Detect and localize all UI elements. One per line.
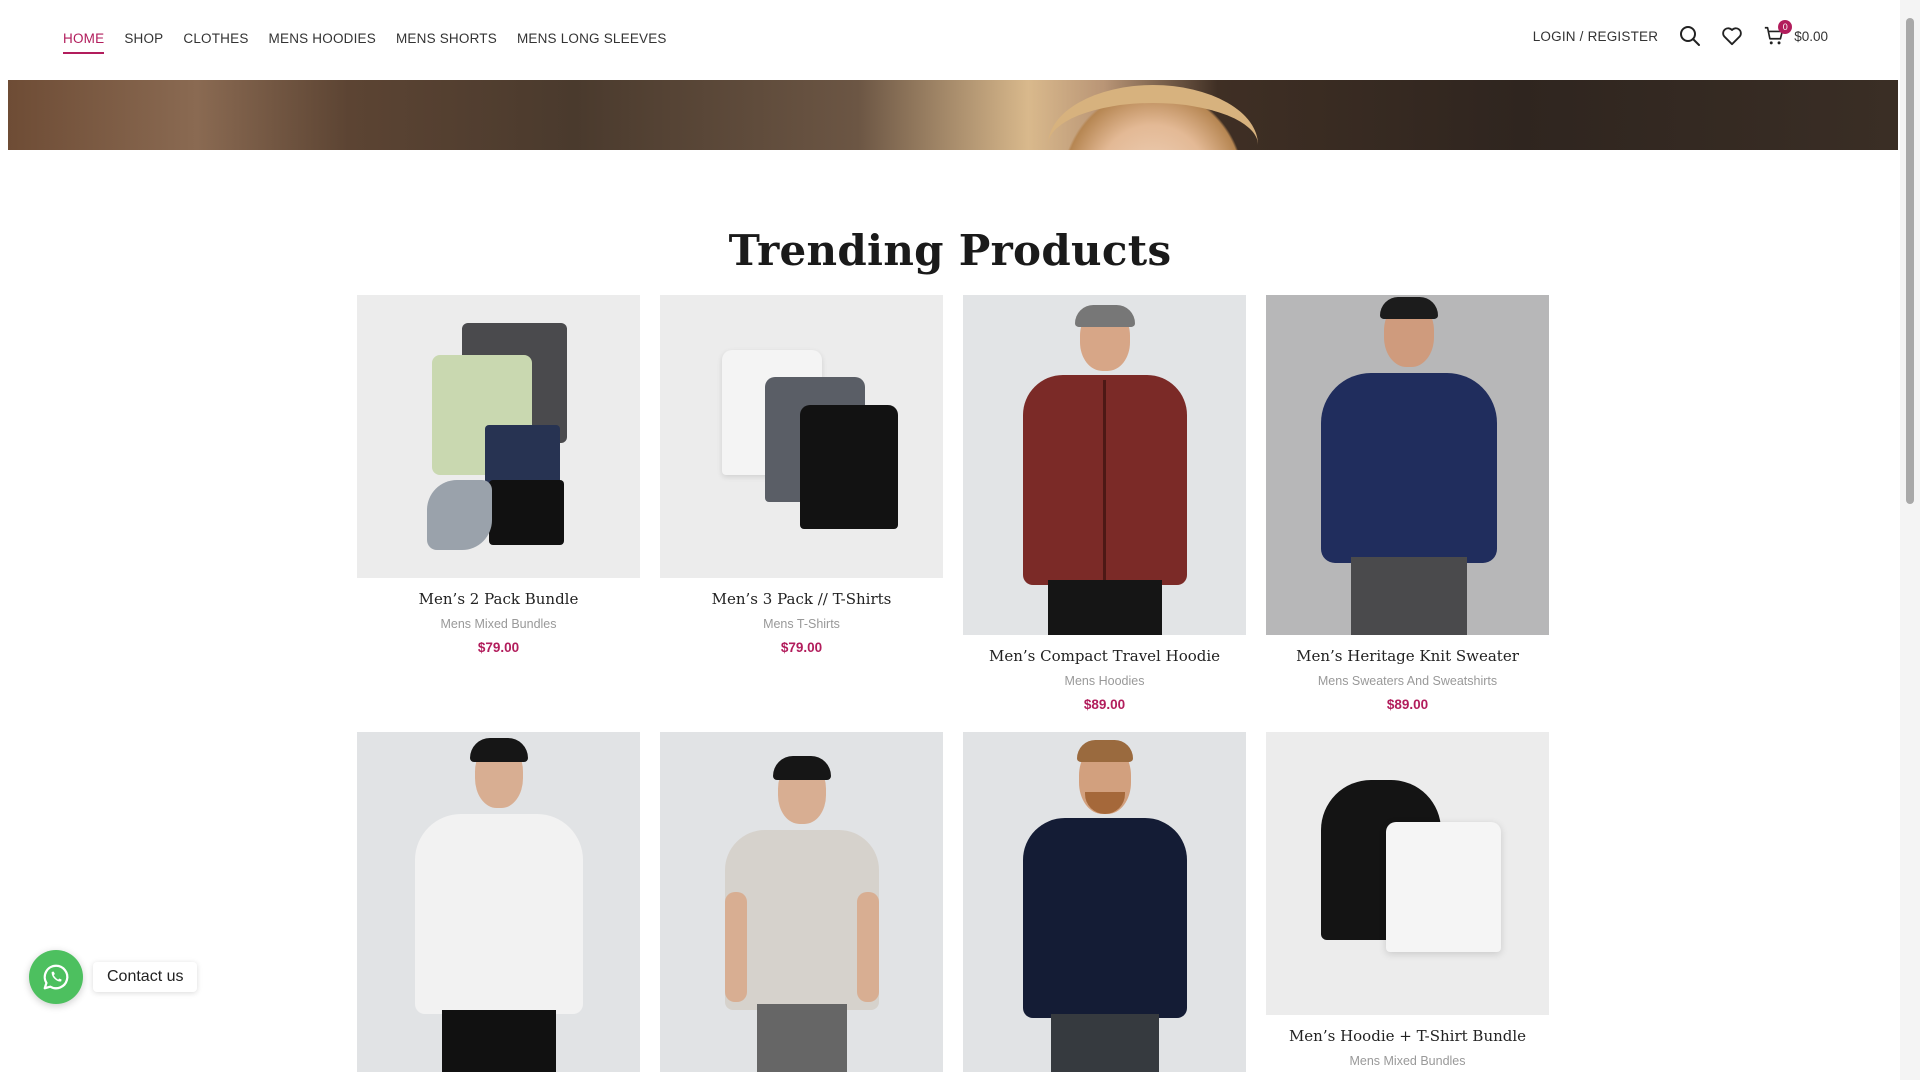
product-category[interactable]: Mens Hoodies [963,674,1246,688]
product-image[interactable] [357,295,640,578]
product-name[interactable]: Men’s Hoodie + T-Shirt Bundle [1266,1027,1549,1045]
product-image[interactable] [660,295,943,578]
product-card[interactable]: Men’s Heritage Knit Sweater Mens Sweater… [1266,295,1549,712]
hero-banner-image [8,80,1898,150]
product-category[interactable]: Mens Mixed Bundles [357,617,640,631]
nav-mens-hoodies[interactable]: MENS HOODIES [269,31,376,54]
product-price: $89.00 [1386,697,1429,712]
nav-home[interactable]: HOME [63,31,105,54]
cart-count-badge: 0 [1778,20,1793,34]
product-card[interactable]: Men’s 2 Pack Bundle Mens Mixed Bundles $… [357,295,640,655]
site-header: HOME SHOP CLOTHES MENS HOODIES MENS SHOR… [0,0,1900,80]
product-name[interactable]: Men’s Compact Travel Hoodie [963,647,1246,665]
nav-shop[interactable]: SHOP [124,31,163,54]
product-price: $79.00 [477,640,520,655]
cart-total: $0.00 [1794,28,1828,44]
product-name[interactable]: Men’s Heritage Knit Sweater [1266,647,1549,665]
product-name[interactable]: Men’s 2 Pack Bundle [357,590,640,608]
product-price: $79.00 [780,640,823,655]
product-image[interactable] [963,732,1246,1072]
product-card[interactable]: Men’s Compact Travel Hoodie Mens Hoodies… [963,295,1246,712]
page-scrollbar[interactable] [1900,0,1920,1080]
login-register-link[interactable]: LOGIN / REGISTER [1533,29,1658,44]
product-image[interactable] [660,732,943,1072]
nav-mens-long-sleeves[interactable]: MENS LONG SLEEVES [517,31,667,54]
product-card[interactable] [357,732,640,1072]
contact-us-label[interactable]: Contact us [93,962,198,992]
cart-button[interactable]: 0 $0.00 [1762,20,1828,48]
product-card[interactable] [963,732,1246,1072]
main-nav: HOME SHOP CLOTHES MENS HOODIES MENS SHOR… [63,31,667,54]
whatsapp-icon[interactable] [29,950,83,1004]
product-card[interactable]: Men’s 3 Pack // T-Shirts Mens T-Shirts $… [660,295,943,655]
product-name[interactable]: Men’s 3 Pack // T-Shirts [660,590,943,608]
product-image[interactable] [357,732,640,1072]
scrollbar-thumb[interactable] [1906,18,1914,504]
product-price: $89.00 [1083,697,1126,712]
product-category[interactable]: Mens T-Shirts [660,617,943,631]
wishlist-heart-icon[interactable] [1720,24,1744,48]
product-category[interactable]: Mens Sweaters And Sweatshirts [1266,674,1549,688]
product-category[interactable]: Mens Mixed Bundles [1266,1054,1549,1068]
nav-clothes[interactable]: CLOTHES [183,31,248,54]
product-image[interactable] [1266,295,1549,635]
product-image[interactable] [963,295,1246,635]
product-card[interactable] [660,732,943,1072]
hero-model-hair [1048,85,1258,150]
product-image[interactable] [1266,732,1549,1015]
whatsapp-contact-widget[interactable]: Contact us [29,950,198,1004]
section-title: Trending Products [728,226,1172,275]
product-card[interactable]: Men’s Hoodie + T-Shirt Bundle Mens Mixed… [1266,732,1549,1068]
nav-mens-shorts[interactable]: MENS SHORTS [396,31,497,54]
header-actions: LOGIN / REGISTER 0 $0.00 [1533,20,1828,48]
search-icon[interactable] [1678,24,1702,48]
cart-icon: 0 [1762,20,1793,48]
